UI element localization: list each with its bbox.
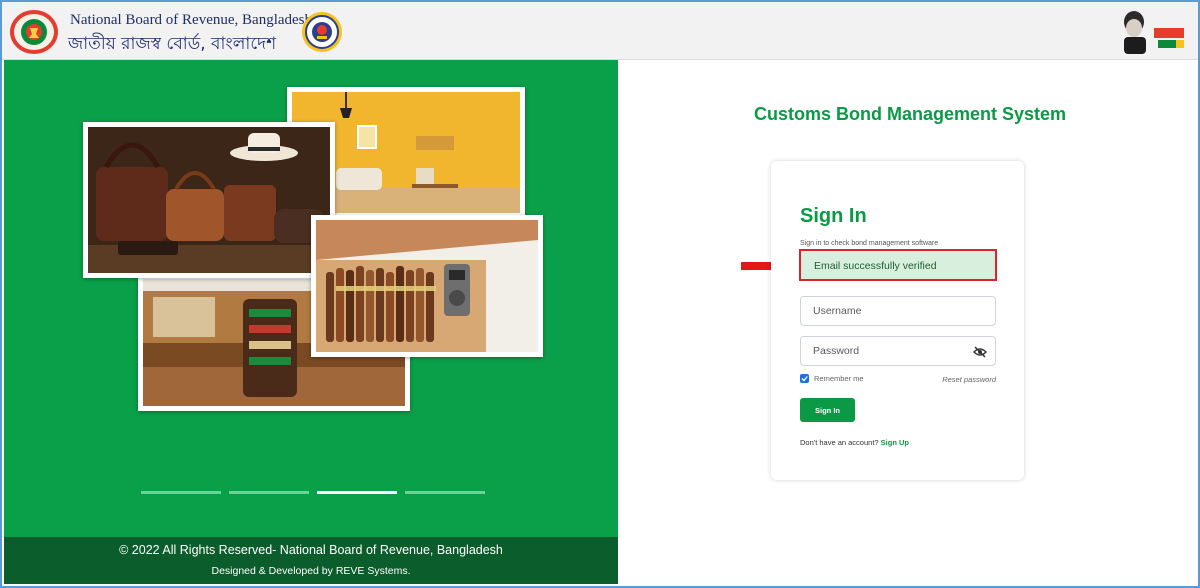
org-name-bn: জাতীয় রাজস্ব বোর্ড, বাংলাদেশ xyxy=(68,34,277,54)
signup-link[interactable]: Sign Up xyxy=(881,438,909,447)
password-input[interactable] xyxy=(801,337,995,365)
carousel-dot-2[interactable] xyxy=(229,491,309,494)
username-field[interactable] xyxy=(800,296,996,326)
reset-password-link[interactable]: Reset password xyxy=(942,375,996,384)
mujib-100-logo-icon xyxy=(1124,11,1184,54)
bangladesh-customs-emblem-icon xyxy=(302,12,342,52)
carousel-dot-4[interactable] xyxy=(405,491,485,494)
left-footer: © 2022 All Rights Reserved- National Boa… xyxy=(4,537,618,584)
signup-prompt: Don't have an account? xyxy=(800,438,879,447)
signin-heading: Sign In xyxy=(800,205,867,227)
signin-card: Sign In Sign in to check bond management… xyxy=(771,161,1024,480)
username-input[interactable] xyxy=(801,297,995,325)
top-header: National Board of Revenue, Bangladesh জা… xyxy=(2,2,1198,60)
carousel-dot-3[interactable] xyxy=(317,491,397,494)
remember-label[interactable]: Remember me xyxy=(814,374,864,383)
signin-button[interactable]: Sign In xyxy=(800,398,855,422)
signup-row: Don't have an account? Sign Up xyxy=(800,438,909,447)
verification-alert: Email successfully verified xyxy=(799,249,997,281)
alert-message: Email successfully verified xyxy=(814,260,937,272)
system-title: Customs Bond Management System xyxy=(753,104,1067,124)
password-field[interactable] xyxy=(800,336,996,366)
cigar-humidor-photo xyxy=(311,215,543,357)
nbr-emblem-icon[interactable] xyxy=(8,8,60,56)
signin-subtitle: Sign in to check bond management softwar… xyxy=(800,240,939,247)
check-icon xyxy=(801,376,808,382)
remember-checkbox[interactable] xyxy=(800,374,809,383)
eye-slash-icon[interactable] xyxy=(973,345,987,359)
org-name-en: National Board of Revenue, Bangladesh xyxy=(70,12,313,28)
carousel-indicators xyxy=(141,491,486,495)
leather-goods-photo xyxy=(83,122,335,278)
hero-panel: © 2022 All Rights Reserved- National Boa… xyxy=(4,60,618,584)
remember-row: Remember me Reset password xyxy=(800,373,996,387)
carousel-dot-1[interactable] xyxy=(141,491,221,494)
developer-credit: Designed & Developed by REVE Systems. xyxy=(211,565,411,577)
copyright-text: © 2022 All Rights Reserved- National Boa… xyxy=(119,543,503,557)
